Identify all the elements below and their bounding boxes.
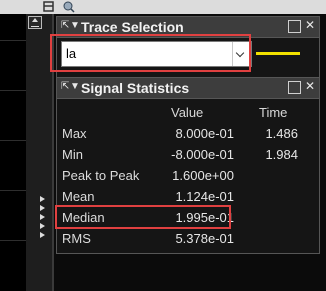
time-column-header: Time — [259, 105, 288, 120]
stat-value: -8.000e-01 — [171, 147, 234, 162]
collapsed-panel-arrow-icon[interactable] — [40, 214, 45, 220]
toolbar-strip — [0, 0, 326, 14]
stat-value: 8.000e-01 — [175, 126, 234, 141]
median-row-highlight — [55, 205, 231, 229]
trace-line-style-swatch[interactable] — [256, 52, 300, 55]
collapsed-panel-arrow-icon[interactable] — [40, 232, 45, 238]
trace-selection-title: Trace Selection — [81, 19, 184, 35]
collapsed-panel-arrow-icon[interactable] — [40, 223, 45, 229]
stat-label: Min — [62, 147, 83, 162]
stat-row-rms: RMS 5.378e-01 — [57, 228, 319, 248]
close-icon[interactable]: ✕ — [305, 18, 315, 32]
value-column-header: Value — [171, 105, 204, 120]
collapse-arrow-icon[interactable]: ▼ — [70, 20, 80, 31]
stat-time: 1.984 — [265, 147, 298, 162]
stat-row-min: Min -8.000e-01 1.984 — [57, 144, 319, 164]
dock-icon[interactable] — [288, 81, 301, 94]
collapsed-panel-arrow-icon[interactable] — [40, 196, 45, 202]
collapse-arrow-icon[interactable]: ▼ — [70, 81, 80, 92]
stat-row-peak-to-peak: Peak to Peak 1.600e+00 — [57, 165, 319, 185]
signal-statistics-header: ⇱ ▼ Signal Statistics ✕ — [57, 78, 319, 99]
stat-label: RMS — [62, 231, 91, 246]
trace-dropdown-highlight — [50, 34, 251, 72]
toolbar-layout-icon[interactable] — [42, 0, 56, 12]
stat-value: 5.378e-01 — [175, 231, 234, 246]
undock-icon[interactable]: ⇱ — [61, 20, 69, 31]
stat-row-mean: Mean 1.124e-01 — [57, 186, 319, 206]
close-icon[interactable]: ✕ — [305, 79, 315, 93]
toolbar-zoom-icon[interactable] — [62, 0, 76, 13]
collapsed-panel-arrow-icon[interactable] — [40, 205, 45, 211]
dock-icon[interactable] — [288, 20, 301, 33]
stat-label: Max — [62, 126, 87, 141]
stat-row-max: Max 8.000e-01 1.486 — [57, 123, 319, 143]
stat-value: 1.124e-01 — [175, 189, 234, 204]
signal-statistics-title: Signal Statistics — [81, 80, 190, 96]
stat-label: Peak to Peak — [62, 168, 140, 183]
undock-panel-icon[interactable] — [28, 16, 42, 29]
undock-icon[interactable]: ⇱ — [61, 81, 69, 92]
stat-label: Mean — [62, 189, 95, 204]
stat-time: 1.486 — [265, 126, 298, 141]
stat-value: 1.600e+00 — [172, 168, 234, 183]
